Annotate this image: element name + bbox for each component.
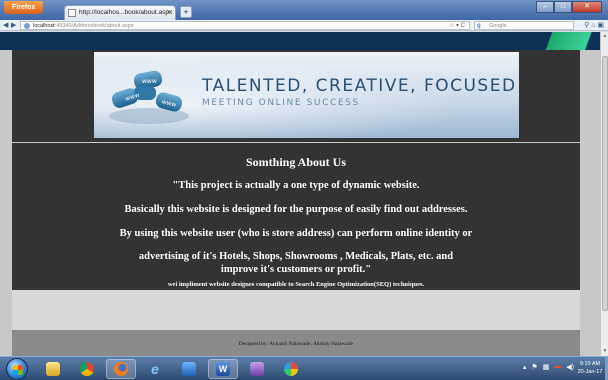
browser-navbar: ◀ ▶ localhost:49340/Addressbook/about.as… (0, 20, 608, 31)
taskbar-explorer[interactable] (38, 359, 68, 379)
banner-image: www www www TALENTED, CREATIVE, FOCUSED … (94, 52, 519, 138)
about-line: "This project is actually a one type of … (172, 180, 420, 191)
clock-date: 20-Jan-17 (577, 369, 603, 375)
page-favicon-icon (68, 9, 76, 17)
system-tray: ▴ ⚑ ▦ ▬ ◀) (523, 363, 574, 371)
google-icon: g (477, 23, 481, 29)
footer-credits: Designed by: Avinash Nalawade, Akshay Na… (238, 341, 354, 347)
tray-chevron-icon[interactable]: ▴ (523, 363, 527, 371)
about-seo-note: wei impliment website designes compatibl… (167, 281, 425, 288)
network-icon[interactable]: ▦ (543, 363, 550, 371)
url-bar[interactable]: localhost:49340/Addressbook/about.aspx ☆… (20, 21, 470, 30)
volume-icon[interactable]: ◀) (566, 363, 574, 371)
scroll-down-icon[interactable]: ▼ (602, 348, 608, 355)
search-engine-label: Google (489, 23, 507, 29)
url-host: localhost (33, 23, 55, 29)
header-swoosh-decoration (500, 32, 600, 50)
globe-icon (24, 23, 30, 29)
battery-icon[interactable]: ▬ (554, 363, 561, 371)
taskbar-paint[interactable] (276, 359, 306, 379)
taskbar-firefox[interactable] (106, 359, 136, 379)
minimize-button[interactable]: – (536, 1, 554, 13)
tab-close-icon[interactable]: × (167, 6, 171, 20)
taskbar-ie[interactable]: e (140, 359, 170, 379)
taskbar-chrome[interactable] (72, 359, 102, 379)
firefox-menu-button[interactable]: Firefox (4, 1, 44, 14)
tab-title: http://localhos...book/about.aspx (79, 9, 173, 16)
taskbar-word[interactable]: W (208, 359, 238, 379)
page-gap (12, 290, 580, 330)
scrollbar-thumb[interactable] (602, 56, 608, 311)
word-icon: W (216, 362, 230, 376)
clock-time: 9:19 AM (579, 361, 601, 367)
tab-about[interactable]: http://localhos...book/about.aspx × (64, 5, 176, 20)
taskbar-visual-studio[interactable] (242, 359, 272, 379)
back-arrow-icon[interactable]: ◀ (3, 21, 8, 30)
paint-icon (284, 362, 298, 376)
page-viewport: www www www TALENTED, CREATIVE, FOCUSED … (0, 32, 600, 356)
vertical-scrollbar[interactable]: ▲ ▼ (600, 32, 608, 356)
flag-icon[interactable]: ⚑ (531, 363, 537, 371)
search-bar[interactable]: g Google (474, 21, 574, 30)
internet-explorer-icon: e (151, 361, 159, 377)
scroll-up-icon[interactable]: ▲ (602, 33, 608, 40)
taskbar: e W ▴ ⚑ ▦ ▬ ◀) 9:19 AM 20-Jan-17 (0, 356, 608, 380)
banner-title: TALENTED, CREATIVE, FOCUSED (202, 76, 517, 96)
folder-icon (46, 362, 60, 376)
site-header (0, 32, 600, 50)
reload-icon[interactable]: ☆ ▾ C (449, 22, 465, 30)
taskbar-media[interactable] (174, 359, 204, 379)
puzzle-logo-icon: www www www (109, 70, 189, 124)
close-window-button[interactable]: ✕ (572, 1, 602, 13)
about-heading: Somthing About Us (245, 155, 347, 169)
banner-subtitle: MEETING ONLINE SUCCESS (202, 98, 360, 108)
url-path: :49340/Addressbook/about.aspx (54, 23, 134, 29)
new-tab-button[interactable]: + (180, 6, 192, 18)
site-footer: Designed by: Avinash Nalawade, Akshay Na… (12, 330, 580, 356)
about-line: By using this website user (who is store… (119, 228, 473, 239)
media-player-icon (182, 362, 196, 376)
maximize-button[interactable]: □ (554, 1, 572, 13)
visual-studio-icon (250, 362, 264, 376)
svg-text:www: www (142, 78, 157, 85)
toolbar-icons[interactable]: ⚲ ⌂ ▣ (584, 21, 604, 29)
window-controls: – □ ✕ (536, 1, 602, 13)
chrome-icon (80, 362, 94, 376)
forward-arrow-icon[interactable]: ▶ (11, 21, 16, 30)
windows-logo-icon (13, 365, 23, 375)
about-line: advertising of it's Hotels, Shops, Showr… (138, 251, 454, 262)
about-line: Basically this website is designed for t… (124, 204, 468, 215)
browser-titlebar: Firefox http://localhos...book/about.asp… (0, 0, 608, 20)
about-section: Somthing About Us "This project is actua… (12, 143, 580, 290)
taskbar-clock[interactable]: 9:19 AM 20-Jan-17 (576, 360, 604, 376)
start-button[interactable] (6, 358, 28, 380)
firefox-icon (114, 362, 128, 376)
